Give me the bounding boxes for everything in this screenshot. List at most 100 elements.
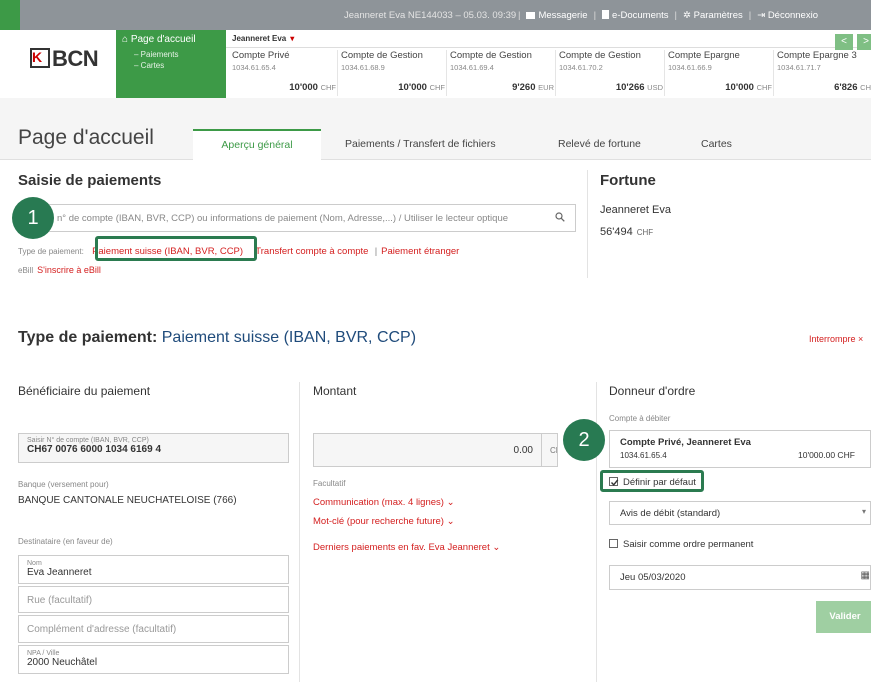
account-name: Compte de Gestion — [450, 50, 532, 61]
accounts-bar: Jeanneret Eva ▾ Compte Privé 1034.61.65.4… — [226, 30, 871, 98]
debit-account-balance: 10'000.00 CHF — [798, 450, 855, 460]
top-separator: | — [674, 10, 678, 21]
account-card[interactable]: Compte Epargne 3 1034.61.71.7 6'826 CH — [777, 50, 871, 96]
keyword-label: Mot-clé (pour recherche future) — [313, 516, 444, 527]
deconnexion-link[interactable]: ⇥ Déconnexio — [757, 10, 818, 21]
edocuments-label: e-Documents — [612, 10, 669, 21]
panel-divider — [587, 170, 588, 278]
type-foreign-link[interactable]: Paiement étranger — [381, 246, 459, 257]
beneficiary-heading: Bénéficiaire du paiement — [18, 384, 151, 398]
execution-date-value: Jeu 05/03/2020 — [620, 572, 686, 583]
next-accounts-button[interactable]: > — [857, 34, 871, 50]
account-separator — [337, 50, 338, 96]
tab-label: Aperçu général — [221, 139, 293, 151]
account-card[interactable]: Compte de Gestion 1034.61.68.9 10'000 CH… — [341, 50, 449, 96]
debit-account-select[interactable]: Compte Privé, Jeanneret Eva 1034.61.65.4… — [609, 430, 871, 468]
parametres-link[interactable]: ✲ Paramètres — [683, 10, 743, 21]
accounts-owner: Jeanneret Eva ▾ — [232, 34, 294, 43]
city-label: NPA / Ville — [27, 650, 60, 657]
type-separator: | — [374, 246, 378, 257]
gear-icon: ✲ — [683, 10, 694, 21]
menu-item-paiements[interactable]: – Paiements — [122, 49, 220, 60]
account-currency: CHF — [429, 83, 445, 92]
cancel-button[interactable]: Interrompre × — [809, 334, 863, 344]
validate-button[interactable]: Valider — [816, 601, 871, 633]
debit-notice-select[interactable]: Avis de débit (standard) ▾ — [609, 501, 871, 525]
close-icon: × — [858, 334, 864, 344]
payment-search-input[interactable]: n° de compte (IBAN, BVR, CCP) ou informa… — [18, 204, 576, 232]
account-balance: 9'260 EUR — [512, 82, 554, 93]
search-icon[interactable] — [555, 212, 565, 222]
pin-icon[interactable]: ▾ — [290, 34, 294, 43]
highlight-swiss-payment — [95, 236, 257, 261]
last-payments-label: Derniers paiements en fav. Eva Jeanneret — [313, 542, 490, 553]
calendar-icon[interactable]: ▦ — [861, 570, 870, 581]
amount-heading: Montant — [313, 384, 357, 398]
menu-item-cartes[interactable]: – Cartes — [122, 60, 220, 71]
street-field[interactable]: Rue (facultatif) — [18, 586, 289, 613]
deconnexion-label: Déconnexio — [767, 10, 818, 21]
account-number: 1034.61.69.4 — [450, 63, 494, 72]
account-card[interactable]: Compte de Gestion 1034.61.69.4 9'260 EUR — [450, 50, 558, 96]
account-balance: 10'266 USD — [616, 82, 663, 93]
tab-apercu-general[interactable]: Aperçu général — [193, 129, 321, 161]
bcn-logo[interactable]: BCN — [52, 46, 99, 72]
tab-paiements[interactable]: Paiements / Transfert de fichiers — [345, 138, 496, 150]
account-number: 1034.61.70.2 — [559, 63, 603, 72]
saisie-title: Saisie de paiements — [18, 172, 162, 189]
type-transfer-link[interactable]: Transfert compte à compte — [255, 246, 368, 257]
messagerie-link[interactable]: Messagerie — [526, 10, 588, 21]
last-payments-link[interactable]: Derniers paiements en fav. Eva Jeanneret… — [313, 542, 500, 553]
tab-cartes[interactable]: Cartes — [701, 138, 732, 150]
home-link[interactable]: ⌂ Page d'accueil — [122, 34, 220, 45]
ebill-row: eBill S'inscrire à eBill — [18, 265, 101, 275]
orderer-heading: Donneur d'ordre — [609, 384, 696, 398]
communication-label: Communication (max. 4 lignes) — [313, 497, 444, 508]
page-title: Page d'accueil — [18, 126, 154, 149]
keyword-link[interactable]: Mot-clé (pour recherche future) ⌄ — [313, 516, 455, 527]
chevron-down-icon: ⌄ — [446, 516, 455, 527]
account-currency: CHF — [320, 83, 336, 92]
execution-date-field[interactable]: Jeu 05/03/2020 ▦ — [609, 565, 871, 590]
tab-releve-fortune[interactable]: Relevé de fortune — [558, 138, 641, 150]
account-card[interactable]: Compte de Gestion 1034.61.70.2 10'266 US… — [559, 50, 667, 96]
account-currency: CHF — [756, 83, 772, 92]
debit-account-name: Compte Privé, Jeanneret Eva — [620, 437, 751, 448]
document-icon — [602, 10, 610, 19]
user-session-info: Jeanneret Eva NE144033 – 05.03. 09:39 — [344, 10, 517, 21]
account-name: Compte de Gestion — [559, 50, 641, 61]
edocuments-link[interactable]: e-Documents — [602, 10, 669, 21]
beneficiary-account-field[interactable]: Saisir N° de compte (IBAN, BVR, CCP) CH6… — [18, 433, 289, 463]
account-separator — [773, 50, 774, 96]
fortune-name: Jeanneret Eva — [600, 204, 671, 216]
home-label: Page d'accueil — [130, 34, 196, 45]
account-balance-value: 10'000 — [398, 82, 427, 93]
top-bar: Jeanneret Eva NE144033 – 05.03. 09:39 | … — [0, 0, 871, 30]
city-field[interactable]: NPA / Ville 2000 Neuchâtel — [18, 645, 289, 674]
communication-link[interactable]: Communication (max. 4 lignes) ⌄ — [313, 497, 455, 508]
account-card[interactable]: Compte Privé 1034.61.65.4 10'000 CHF — [232, 50, 340, 96]
ebill-label: eBill — [18, 266, 34, 275]
amount-currency[interactable]: CH — [542, 433, 558, 467]
highlight-set-default — [600, 470, 704, 492]
beneficiary-account-label: Saisir N° de compte (IBAN, BVR, CCP) — [27, 437, 149, 444]
account-balance: 10'000 CHF — [289, 82, 336, 93]
account-currency: USD — [647, 83, 663, 92]
top-bar-nav: | Messagerie | e-Documents | ✲ Paramètre… — [518, 10, 818, 21]
amount-input[interactable]: 0.00 — [313, 433, 542, 467]
recipient-name-field[interactable]: Nom Eva Jeanneret — [18, 555, 289, 584]
beneficiary-account-value: CH67 0076 6000 1034 6169 4 — [27, 444, 162, 455]
account-balance-value: 6'826 — [834, 82, 858, 93]
top-separator: | — [518, 10, 521, 21]
account-card[interactable]: Compte Epargne 1034.61.66.9 10'000 CHF — [668, 50, 776, 96]
page: Jeanneret Eva NE144033 – 05.03. 09:39 | … — [0, 0, 871, 690]
bank-value: BANQUE CANTONALE NEUCHATELOISE (766) — [18, 495, 237, 506]
ebill-subscribe-link[interactable]: S'inscrire à eBill — [37, 265, 101, 275]
prev-accounts-button[interactable]: < — [835, 34, 853, 50]
standing-order-option[interactable]: Saisir comme ordre permanent — [609, 539, 753, 550]
payment-type-title-prefix: Type de paiement: — [18, 329, 158, 346]
top-separator: | — [748, 10, 752, 21]
account-balance: 10'000 CHF — [398, 82, 445, 93]
standing-order-checkbox[interactable] — [609, 539, 618, 548]
address-complement-field[interactable]: Complément d'adresse (facultatif) — [18, 615, 289, 643]
